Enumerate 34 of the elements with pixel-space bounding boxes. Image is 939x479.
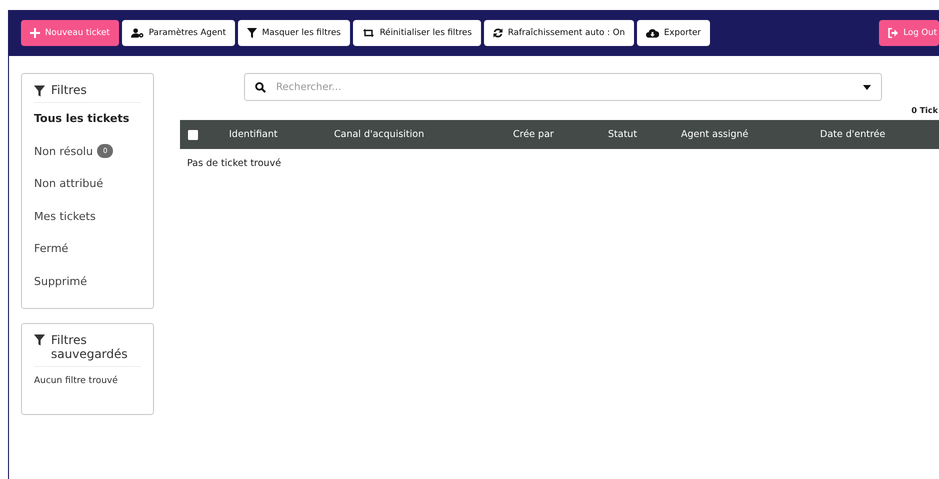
search-icon — [255, 82, 266, 92]
retweet-icon — [362, 28, 375, 38]
column-header[interactable]: Crée par — [513, 129, 608, 140]
column-header[interactable]: Agent assigné — [681, 129, 820, 140]
filter-item[interactable]: Fermé — [34, 233, 141, 266]
filter-icon — [246, 28, 257, 38]
checkbox[interactable] — [188, 130, 198, 140]
column-header[interactable]: Identifiant — [229, 129, 334, 140]
panel-title: Filtres — [51, 83, 87, 97]
filter-icon — [34, 84, 45, 96]
user-gear-icon — [130, 28, 144, 38]
empty-message: Pas de ticket trouvé — [186, 157, 282, 171]
filter-icon — [34, 334, 45, 346]
ticket-count: 0 Tick — [911, 106, 938, 115]
filter-item[interactable]: Mes tickets — [34, 200, 141, 233]
column-header[interactable]: Date d'entrée — [820, 129, 886, 140]
refresh-icon — [492, 28, 503, 38]
toolbar-button[interactable]: Masquer les filtres — [238, 20, 350, 46]
cloud-download-icon — [646, 28, 659, 38]
filter-item[interactable]: Tous les tickets — [34, 103, 141, 136]
plus-icon — [30, 28, 40, 38]
column-header[interactable]: Canal d'acquisition — [334, 129, 513, 140]
filter-item[interactable]: Non attribué — [34, 168, 141, 200]
toolbar-button[interactable]: Paramètres Agent — [122, 20, 235, 46]
search-bar[interactable]: Rechercher... — [244, 73, 882, 101]
toolbar-button[interactable]: Exporter — [637, 20, 710, 46]
toolbar-button[interactable]: Réinitialiser les filtres — [352, 20, 481, 46]
sign-out-icon — [888, 28, 898, 38]
filter-item[interactable]: Supprimé — [34, 266, 141, 298]
toolbar-button[interactable]: Rafraîchissement auto : On — [484, 20, 634, 46]
column-header[interactable]: Statut — [608, 129, 681, 140]
empty-message: Aucun filtre trouvé — [34, 374, 119, 386]
caret-icon — [863, 84, 871, 90]
panel-title: Filtres sauvegardés — [51, 333, 129, 361]
